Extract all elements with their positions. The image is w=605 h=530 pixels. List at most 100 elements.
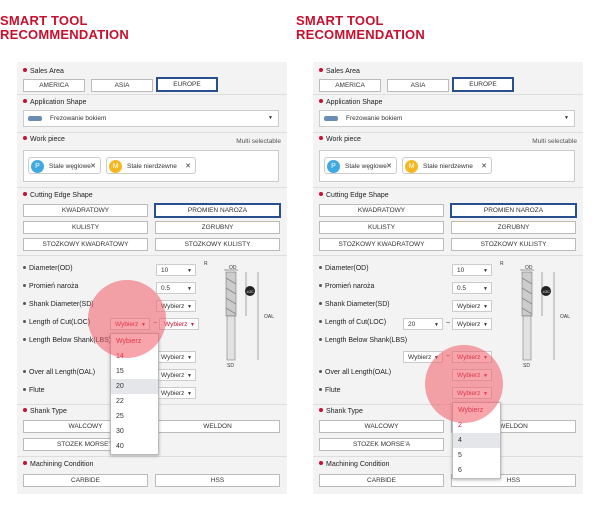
dropdown-option[interactable]: Wybierz xyxy=(453,403,500,418)
dropdown-option[interactable]: 30 xyxy=(111,424,158,439)
shank-diameter-select[interactable]: Wybierz ▼ xyxy=(452,300,492,312)
chevron-down-icon: ▼ xyxy=(187,391,192,397)
edge-promien-naroza-button[interactable]: PROMIEN NAROZA xyxy=(450,203,577,218)
dropdown-option[interactable]: 15 xyxy=(111,364,158,379)
corner-radius-label: Promień naroża xyxy=(23,283,78,290)
diameter-select[interactable]: 10 ▼ xyxy=(156,264,196,276)
edge-stozkowy-kwadratowy-button[interactable]: STOZKOWY KWADRATOWY xyxy=(319,238,444,251)
divider xyxy=(313,187,583,188)
left-panel: SMART TOOL RECOMMENDATION Sales Area AME… xyxy=(0,0,290,530)
machining-carbide-button[interactable]: CARBIDE xyxy=(23,474,148,487)
sales-area-america-button[interactable]: AMERICA xyxy=(319,79,381,92)
edge-kwadratowy-button[interactable]: KWADRATOWY xyxy=(319,204,444,217)
edge-kulisty-button[interactable]: KULISTY xyxy=(319,221,444,234)
work-piece-chip-m[interactable]: M Stale nierdzewne ✕ xyxy=(402,157,492,174)
chevron-down-icon: ▼ xyxy=(187,355,192,361)
loc-to-select[interactable]: Wybierz ▼ xyxy=(159,318,199,330)
end-mill-icon xyxy=(28,116,42,121)
sales-area-label: Sales Area xyxy=(319,68,360,75)
flute-select[interactable]: Wybierz ▼ xyxy=(452,387,492,399)
edge-kwadratowy-button[interactable]: KWADRATOWY xyxy=(23,204,148,217)
dropdown-option[interactable]: 14 xyxy=(111,349,158,364)
divider xyxy=(313,404,583,405)
machining-hss-button[interactable]: HSS xyxy=(155,474,280,487)
divider xyxy=(17,456,287,457)
loc-from-select[interactable]: Wybierz ▼ xyxy=(110,318,150,330)
lbs-select[interactable]: Wybierz ▼ xyxy=(156,351,196,363)
material-p-icon: P xyxy=(327,160,340,173)
edge-stozkowy-kulisty-button[interactable]: STOZKOWY KULISTY xyxy=(451,238,576,251)
sales-area-america-button[interactable]: AMERICA xyxy=(23,79,85,92)
shank-stozek-morsea-button[interactable]: STOZEK MORSE'A xyxy=(319,438,444,451)
remove-icon[interactable]: ✕ xyxy=(90,158,96,175)
corner-radius-select[interactable]: 0.5 ▼ xyxy=(156,282,196,294)
tool-diagram: R OD LOC OAL SD xyxy=(204,261,274,368)
dropdown-option[interactable]: 5 xyxy=(453,448,500,463)
length-below-shank-label: Length Below Shank(LBS) xyxy=(319,337,407,344)
diameter-label: Diameter(OD) xyxy=(23,265,73,272)
dropdown-option[interactable]: 6 xyxy=(453,463,500,478)
recommendation-form: Sales Area AMERICA ASIA EUROPE Applicati… xyxy=(313,62,583,494)
loc-to-select[interactable]: Wybierz ▼ xyxy=(452,318,492,330)
application-shape-select[interactable]: Frezowanie bokiem ▼ xyxy=(319,110,575,127)
corner-radius-select[interactable]: 0.5 ▼ xyxy=(452,282,492,294)
edge-promien-naroza-button[interactable]: PROMIEN NAROZA xyxy=(154,203,281,218)
loc-from-select[interactable]: 20 ▼ xyxy=(403,318,443,330)
edge-zgrubny-button[interactable]: ZGRUBNY xyxy=(451,221,576,234)
oal-select[interactable]: Wybierz ▼ xyxy=(156,369,196,381)
chevron-down-icon: ▼ xyxy=(483,304,488,310)
sales-area-europe-button[interactable]: EUROPE xyxy=(452,77,514,92)
dropdown-option[interactable]: 40 xyxy=(111,439,158,454)
shank-weldon-button[interactable]: WELDON xyxy=(155,420,280,433)
lbs-from-select[interactable]: Wybierz ▼ xyxy=(403,351,443,363)
tool-diagram: R OD LOC OAL SD xyxy=(500,261,570,368)
diameter-select[interactable]: 10 ▼ xyxy=(452,264,492,276)
sales-area-europe-button[interactable]: EUROPE xyxy=(156,77,218,92)
cutting-edge-label: Cutting Edge Shape xyxy=(23,192,93,199)
diagram-label-loc: LOC xyxy=(543,290,551,294)
edge-stozkowy-kwadratowy-button[interactable]: STOZKOWY KWADRATOWY xyxy=(23,238,148,251)
work-piece-box[interactable]: P Stale węglowe ✕ M Stale nierdzewne ✕ xyxy=(23,150,279,182)
diagram-label-oal: OAL xyxy=(264,314,274,320)
end-mill-icon xyxy=(324,116,338,121)
chevron-down-icon: ▼ xyxy=(187,286,192,292)
application-shape-select[interactable]: Frezowanie bokiem ▼ xyxy=(23,110,279,127)
dropdown-option[interactable]: Wybierz xyxy=(111,334,158,349)
machining-carbide-button[interactable]: CARBIDE xyxy=(319,474,444,487)
diagram-label-od: OD xyxy=(525,265,533,271)
edge-stozkowy-kulisty-button[interactable]: STOZKOWY KULISTY xyxy=(155,238,280,251)
page-title: SMART TOOL RECOMMENDATION xyxy=(296,13,425,42)
remove-icon[interactable]: ✕ xyxy=(481,158,487,175)
work-piece-chip-p[interactable]: P Stale węglowe ✕ xyxy=(28,157,101,174)
chevron-down-icon: ▼ xyxy=(483,391,488,397)
dropdown-option[interactable]: 25 xyxy=(111,409,158,424)
shank-diameter-select[interactable]: Wybierz ▼ xyxy=(156,300,196,312)
chevron-down-icon: ▼ xyxy=(483,373,488,379)
sales-area-asia-button[interactable]: ASIA xyxy=(91,79,153,92)
chevron-down-icon: ▼ xyxy=(190,322,195,328)
dropdown-option[interactable]: 2 xyxy=(453,418,500,433)
oal-select[interactable]: Wybierz ▼ xyxy=(452,369,492,381)
flute-dropdown-list[interactable]: Wybierz 2 4 5 6 xyxy=(452,402,501,479)
shank-walcowy-button[interactable]: WALCOWY xyxy=(319,420,444,433)
chevron-down-icon: ▼ xyxy=(564,115,569,121)
lbs-to-select[interactable]: Wybierz ▼ xyxy=(452,351,492,363)
divider xyxy=(17,255,287,256)
work-piece-chip-m[interactable]: M Stale nierdzewne ✕ xyxy=(106,157,196,174)
flute-select[interactable]: Wybierz ▼ xyxy=(156,387,196,399)
loc-dropdown-list[interactable]: Wybierz 14 15 20 22 25 30 40 xyxy=(110,333,159,455)
edge-zgrubny-button[interactable]: ZGRUBNY xyxy=(155,221,280,234)
range-separator: ~ xyxy=(153,320,158,327)
dropdown-option-selected[interactable]: 20 xyxy=(111,379,158,394)
sales-area-label: Sales Area xyxy=(23,68,64,75)
work-piece-box[interactable]: P Stale węglowe ✕ M Stale nierdzewne ✕ xyxy=(319,150,575,182)
remove-icon[interactable]: ✕ xyxy=(386,158,392,175)
dropdown-option[interactable]: 22 xyxy=(111,394,158,409)
remove-icon[interactable]: ✕ xyxy=(185,158,191,175)
shank-diameter-label: Shank Diameter(SD) xyxy=(23,301,94,308)
edge-kulisty-button[interactable]: KULISTY xyxy=(23,221,148,234)
sales-area-asia-button[interactable]: ASIA xyxy=(387,79,449,92)
work-piece-chip-p[interactable]: P Stale węglowe ✕ xyxy=(324,157,397,174)
shank-type-label: Shank Type xyxy=(319,408,363,415)
dropdown-option-selected[interactable]: 4 xyxy=(453,433,500,448)
